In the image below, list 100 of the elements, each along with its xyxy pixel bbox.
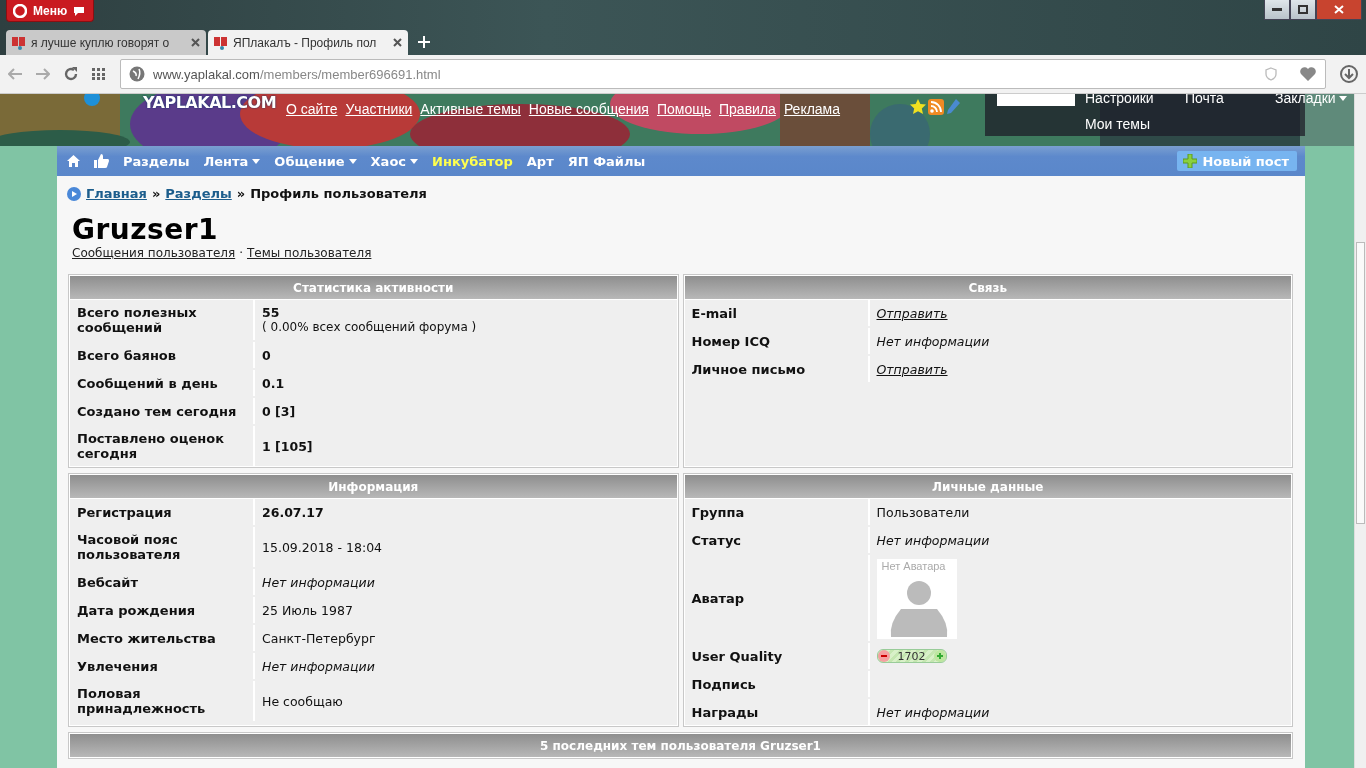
panel-header: Личные данные — [684, 475, 1291, 498]
field-value: Нет информации — [262, 658, 375, 674]
profile-link[interactable]: Темы пользователя — [247, 246, 372, 260]
field-label: Регистрация — [70, 499, 253, 525]
caret-icon — [348, 158, 357, 164]
header-link[interactable]: Участники — [345, 101, 413, 117]
nav-link[interactable]: ЯП Файлы — [567, 153, 646, 169]
header-link[interactable]: Реклама — [783, 101, 841, 117]
field-value: Нет информации — [876, 704, 990, 720]
nav-link[interactable]: Арт — [526, 153, 554, 169]
field-label: Всего баянов — [70, 342, 253, 368]
new-tab-icon[interactable] — [418, 36, 430, 48]
minimize-icon — [1272, 8, 1282, 11]
field-value: Нет информации — [876, 532, 990, 548]
minus-button[interactable] — [877, 650, 890, 662]
send-link[interactable]: Отправить — [876, 361, 948, 377]
field-label: Группа — [684, 499, 868, 525]
opera-logo-icon — [13, 3, 27, 18]
close-button[interactable] — [1316, 0, 1362, 20]
browser-tab[interactable]: ЯПлакалъ - Профиль пол — [208, 30, 408, 55]
panel-header: Статистика активности — [70, 276, 677, 299]
separator: » — [236, 186, 246, 201]
close-icon — [1334, 5, 1344, 14]
field-value: 26.07.17 — [262, 504, 324, 520]
close-icon[interactable] — [191, 38, 200, 47]
field-value: Нет информации — [876, 333, 990, 349]
field-label: Вебсайт — [70, 569, 253, 595]
maximize-button[interactable] — [1290, 0, 1316, 20]
field-value: 0.1 — [262, 375, 285, 391]
field-label: Всего полезных сообщений — [70, 300, 253, 340]
field-value: 15.09.2018 - 18:04 — [262, 539, 383, 555]
minus-icon — [880, 655, 887, 657]
star-icon[interactable] — [910, 99, 926, 115]
address-field[interactable]: www.yaplakal.com/members/member696691.html — [120, 59, 1326, 89]
grid-icon[interactable] — [92, 68, 106, 80]
field-value: Не сообщаю — [262, 693, 343, 709]
field-label: Сообщений в день — [70, 370, 253, 396]
user-menu-link[interactable]: Мои темы — [1085, 112, 1185, 136]
url-text: www.yaplakal.com/members/member696691.html — [153, 66, 441, 82]
field-note: ( 0.00% всех сообщений форума ) — [262, 320, 477, 335]
panel-header: Связь — [684, 276, 1291, 299]
field-label: E-mail — [684, 300, 868, 326]
field-value: Нет информации — [262, 574, 375, 590]
heart-icon[interactable] — [1299, 66, 1317, 82]
rating-value: 1702 — [896, 649, 927, 663]
header-link[interactable]: Новые сообщения — [528, 101, 649, 117]
breadcrumb-current: Профиль пользователя — [250, 186, 427, 201]
field-value: Санкт-Петербург — [262, 630, 376, 646]
header-link[interactable]: Активные темы — [420, 101, 521, 117]
drop-icon — [84, 94, 100, 106]
tab-title: ЯПлакалъ - Профиль пол — [233, 35, 378, 50]
field-label: Поставлено оценок сегодня — [70, 426, 253, 466]
field-value: 1 [105] — [262, 438, 313, 454]
field-value: 55 — [262, 305, 280, 320]
breadcrumb-link[interactable]: Главная — [86, 186, 147, 201]
field-label: Половая принадлежность — [70, 681, 253, 721]
caret-icon — [252, 158, 261, 164]
header-link[interactable]: Правила — [719, 101, 776, 117]
field-label: Номер ICQ — [684, 328, 868, 354]
field-value: 0 — [262, 347, 271, 363]
panel-header: Информация — [70, 475, 677, 498]
separator: » — [151, 186, 161, 201]
username-heading: Gruzser1 — [72, 213, 218, 246]
user-menu-link[interactable]: Почта — [1185, 94, 1275, 110]
maximize-icon — [1298, 5, 1308, 14]
field-label: Создано тем сегодня — [70, 398, 253, 424]
field-label: Личное письмо — [684, 356, 868, 382]
minimize-button[interactable] — [1264, 0, 1290, 20]
field-label: Статус — [684, 527, 868, 553]
thumbs-up-icon[interactable] — [94, 154, 109, 168]
nav-link[interactable]: Разделы — [123, 153, 190, 169]
header-link[interactable]: О сайте — [286, 101, 338, 117]
breadcrumb-link[interactable]: Разделы — [165, 186, 232, 201]
globe-icon — [129, 66, 145, 82]
field-label: Место жительства — [70, 625, 253, 651]
close-icon[interactable] — [393, 38, 402, 47]
menu-button[interactable]: Меню — [6, 0, 95, 22]
plus-icon — [1183, 154, 1198, 168]
field-value: 25 Июль 1987 — [262, 602, 353, 618]
scrollbar[interactable] — [1354, 94, 1366, 768]
field-label: Награды — [684, 699, 868, 725]
browser-tab[interactable]: я лучше куплю говорят о — [6, 30, 206, 55]
user-menu-link[interactable]: Закладки — [1275, 94, 1354, 110]
nav-link[interactable]: Лента — [203, 153, 261, 169]
chat-icon — [73, 5, 86, 16]
reload-icon[interactable] — [64, 67, 78, 81]
field-label: Увлечения — [70, 653, 253, 679]
download-icon[interactable] — [1340, 65, 1358, 83]
nav-link[interactable]: Инкубатор — [432, 153, 513, 169]
nav-link[interactable]: Общение — [274, 153, 357, 169]
caret-icon — [410, 158, 419, 164]
send-link[interactable]: Отправить — [876, 305, 948, 321]
site-favicon-icon — [12, 35, 26, 50]
nav-link[interactable]: Хаос — [370, 153, 419, 169]
plus-button[interactable] — [933, 650, 946, 662]
home-icon[interactable] — [67, 155, 80, 167]
profile-link[interactable]: Сообщения пользователя — [72, 246, 236, 260]
rss-icon[interactable] — [928, 99, 944, 115]
plus-icon — [936, 653, 943, 659]
header-link[interactable]: Помощь — [656, 101, 711, 117]
